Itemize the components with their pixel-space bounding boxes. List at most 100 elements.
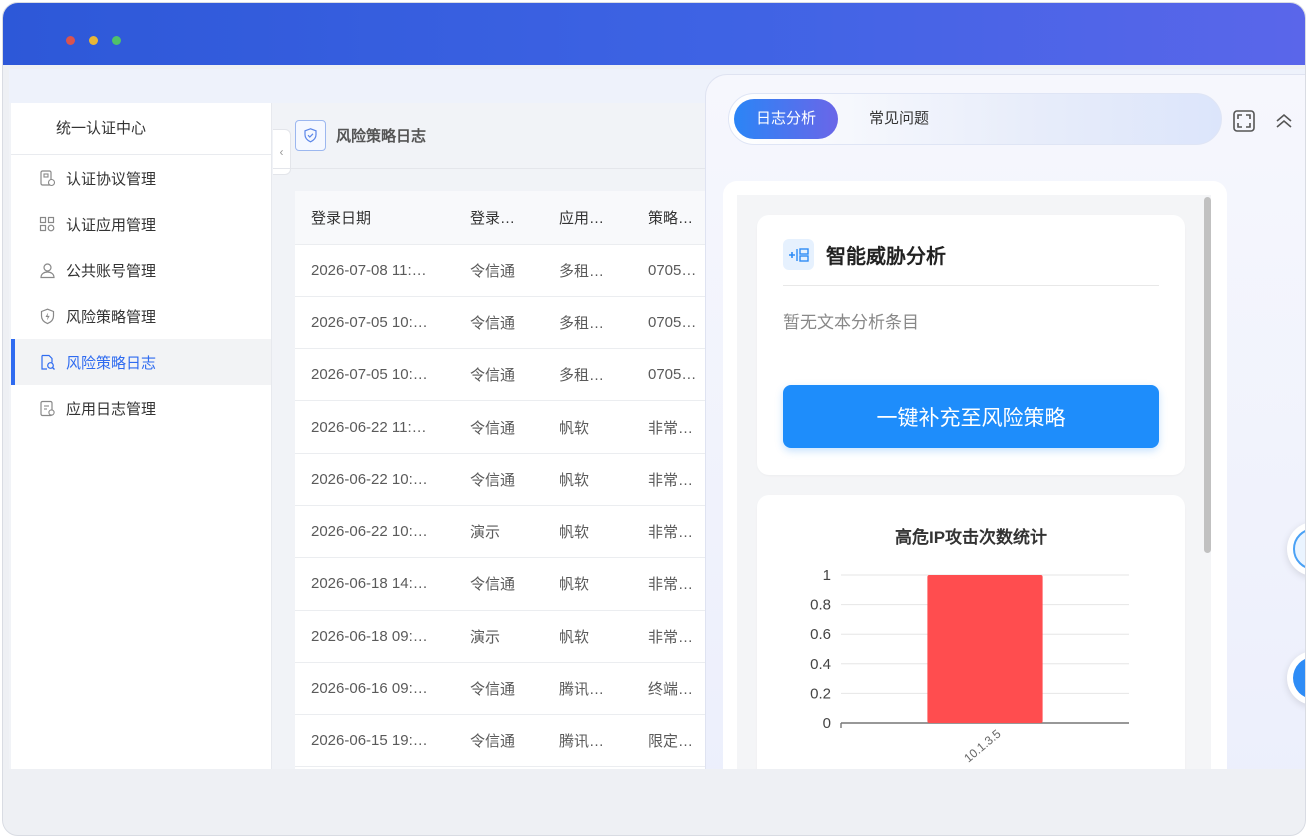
log-table: 登录日期 登录… 应用… 策略… 2026-07-08 11:… 令信通 多租… 07…	[295, 191, 715, 769]
y-tick-label: 1	[823, 567, 831, 584]
protocol-doc-icon	[39, 169, 56, 187]
threat-analysis-title: 智能威胁分析	[826, 246, 946, 268]
panel-tabs: 日志分析 常见问题	[728, 93, 1222, 145]
table-header-row: 登录日期 登录… 应用… 策略…	[295, 191, 715, 245]
sidebar: 统一认证中心 认证协议管理 认证应用管理 公共账号管理 风险策略管理 风险策略日…	[11, 103, 272, 769]
analysis-scroll-area[interactable]: 智能威胁分析 暂无文本分析条目 一键补充至风险策略 高危IP攻击次数统计 0 0.…	[737, 195, 1211, 769]
chevron-left-icon	[1293, 657, 1305, 699]
table-cell: 多租…	[543, 296, 632, 350]
maximize-window-dot[interactable]	[112, 36, 121, 45]
column-header-policy[interactable]: 策略…	[632, 191, 715, 245]
shield-check-icon	[295, 120, 326, 151]
table-cell: 令信通	[454, 453, 543, 506]
sidebar-item-risk-log[interactable]: 风险策略日志	[11, 339, 271, 385]
column-header-login[interactable]: 登录…	[454, 191, 543, 245]
sidebar-item-risk-policy[interactable]: 风险策略管理	[11, 293, 271, 339]
table-cell: 演示	[454, 505, 543, 559]
table-cell: 帆软	[543, 453, 632, 506]
y-tick-label: 0.4	[810, 656, 831, 673]
table-row[interactable]: 2026-06-18 09:… 演示 帆软 非常…	[295, 610, 715, 663]
tab-faq[interactable]: 常见问题	[847, 99, 951, 139]
page-title: 风险策略日志	[336, 128, 427, 145]
tab-log-analysis[interactable]: 日志分析	[734, 99, 839, 139]
table-cell: 非常…	[632, 610, 715, 663]
table-row[interactable]: 2026-07-05 10:… 令信通 多租… 0705…	[295, 296, 715, 350]
column-header-login-date[interactable]: 登录日期	[295, 191, 454, 245]
sidebar-item-label: 公共账号管理	[66, 262, 157, 280]
table-cell: 帆软	[543, 505, 632, 559]
table-cell: 多租…	[543, 244, 632, 297]
table-cell: 令信通	[454, 662, 543, 716]
table-row[interactable]: 2026-07-08 11:… 令信通 多租… 0705…	[295, 244, 715, 297]
table-cell: 2026-06-16 09:…	[295, 662, 454, 716]
scrollbar-thumb[interactable]	[1204, 197, 1211, 553]
table-row[interactable]: 2026-06-15 19:… 令信通 腾讯… 限定…	[295, 714, 715, 768]
table-cell: 腾讯…	[543, 662, 632, 716]
table-cell: 2026-06-22 11:…	[295, 400, 454, 454]
app-body: 统一认证中心 认证协议管理 认证应用管理 公共账号管理 风险策略管理 风险策略日…	[9, 69, 1305, 769]
close-window-dot[interactable]	[66, 36, 75, 45]
sidebar-item-label: 认证应用管理	[66, 216, 157, 234]
main-content: 风险策略日志 登录日期 登录… 应用… 策略… 2026-07-08 11:… 令…	[273, 103, 715, 769]
bar-chart: 0 0.2 0.4 0.6 0.8 1 10.1.3.5	[810, 567, 1129, 765]
table-row[interactable]: 2026-07-05 10:… 令信通 多租… 0705…	[295, 348, 715, 402]
sidebar-item-apps[interactable]: 认证应用管理	[11, 201, 271, 247]
table-cell: 令信通	[454, 244, 543, 297]
table-cell: 2026-06-22 10:…	[295, 453, 454, 506]
sidebar-item-label: 认证协议管理	[66, 170, 157, 188]
sidebar-item-accounts[interactable]: 公共账号管理	[11, 247, 271, 293]
table-cell: 限定…	[632, 714, 715, 768]
table-cell: 2026-07-05 10:…	[295, 296, 454, 350]
table-row[interactable]: 2026-06-22 10:… 演示 帆软 非常…	[295, 505, 715, 559]
table-row[interactable]: 2026-06-22 11:… 令信通 帆软 非常…	[295, 400, 715, 454]
user-icon	[39, 262, 56, 279]
title-bar	[3, 3, 1305, 65]
fullscreen-icon[interactable]	[1232, 109, 1256, 133]
sidebar-item-label: 风险策略日志	[66, 354, 157, 372]
apps-grid-icon	[39, 216, 56, 233]
table-row[interactable]: 2026-06-18 14:… 令信通 帆软 非常…	[295, 557, 715, 611]
table-cell: 多租…	[543, 348, 632, 402]
sidebar-item-protocols[interactable]: 认证协议管理	[11, 155, 271, 201]
analysis-content: 智能威胁分析 暂无文本分析条目 一键补充至风险策略 高危IP攻击次数统计 0 0.…	[723, 181, 1227, 769]
table-row[interactable]: 2026-06-16 09:… 令信通 腾讯… 终端…	[295, 662, 715, 716]
divider	[783, 285, 1159, 286]
column-header-app[interactable]: 应用…	[543, 191, 632, 245]
table-cell: 帆软	[543, 557, 632, 611]
table-cell: 令信通	[454, 296, 543, 350]
sidebar-title: 统一认证中心	[11, 103, 271, 155]
table-cell: 0705…	[632, 296, 715, 350]
table-cell: 令信通	[454, 400, 543, 454]
table-cell: 2026-06-18 14:…	[295, 557, 454, 611]
table-cell: 0705…	[632, 244, 715, 297]
y-tick-label: 0.8	[810, 597, 831, 614]
empty-state-text: 暂无文本分析条目	[783, 313, 919, 332]
table-cell: 帆软	[543, 400, 632, 454]
table-cell: 2026-06-22 10:…	[295, 505, 454, 559]
minimize-window-dot[interactable]	[89, 36, 98, 45]
y-tick-label: 0.6	[810, 626, 831, 643]
table-cell: 非常…	[632, 453, 715, 506]
chart-title: 高危IP攻击次数统计	[894, 528, 1048, 547]
table-cell: 2026-06-18 09:…	[295, 610, 454, 663]
table-row[interactable]: 2026-06-22 10:… 令信通 帆软 非常…	[295, 453, 715, 506]
add-to-risk-policy-button[interactable]: 一键补充至风险策略	[783, 385, 1159, 448]
table-cell: 终端…	[632, 662, 715, 716]
page-header: 风险策略日志	[273, 103, 713, 169]
threat-analysis-card: 智能威胁分析 暂无文本分析条目 一键补充至风险策略	[757, 215, 1185, 475]
analysis-panel: 日志分析 常见问题 智能威胁分析 暂无文本分析条目 一键补充至风险策略 高危IP…	[705, 74, 1305, 769]
table-cell: 非常…	[632, 400, 715, 454]
shield-bolt-icon	[39, 308, 56, 325]
double-chevron-up-icon[interactable]	[1272, 109, 1296, 133]
table-cell: 腾讯…	[543, 714, 632, 768]
sidebar-item-app-logs[interactable]: 应用日志管理	[11, 385, 271, 431]
table-cell: 2026-07-08 11:…	[295, 244, 454, 297]
y-tick-label: 0.2	[810, 685, 831, 702]
chart-bar	[927, 575, 1043, 723]
table-cell: 非常…	[632, 557, 715, 611]
sidebar-item-label: 应用日志管理	[66, 400, 157, 418]
table-cell: 令信通	[454, 557, 543, 611]
log-search-icon	[39, 354, 56, 371]
ip-attack-chart-card: 高危IP攻击次数统计 0 0.2 0.4 0.6 0.8 1 10.1.3.5	[757, 495, 1185, 769]
app-window: 统一认证中心 认证协议管理 认证应用管理 公共账号管理 风险策略管理 风险策略日…	[2, 2, 1306, 836]
